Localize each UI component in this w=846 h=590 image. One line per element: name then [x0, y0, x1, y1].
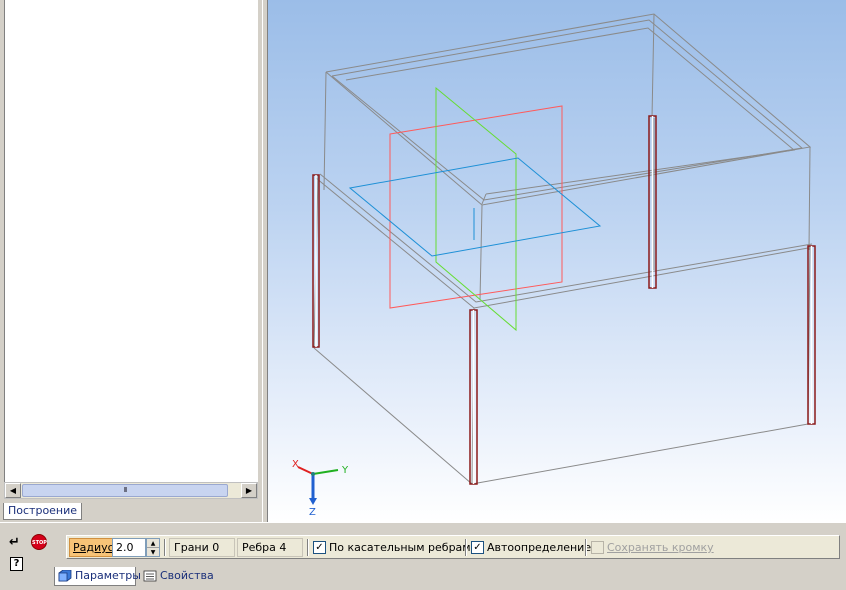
plane-zx	[389, 105, 563, 309]
separator	[307, 539, 309, 556]
scroll-left-button[interactable]: ◀	[5, 483, 21, 498]
edges-field[interactable]: Ребра 4	[237, 538, 303, 557]
model-tree-panel: ◀ III ▶ Построение	[0, 0, 262, 520]
auto-detect-checkbox[interactable]: ✓	[471, 541, 484, 554]
app-window: ◀ III ▶ Построение X Y Z ↵ STOP ? Радиус…	[0, 0, 846, 590]
axis-label-x: X	[292, 459, 299, 470]
tab-parameters-label: Параметры	[75, 569, 141, 582]
tab-construction[interactable]: Построение	[3, 503, 83, 520]
create-object-icon[interactable]: ↵	[9, 535, 20, 550]
axis-label-z: Z	[309, 507, 316, 518]
axis-label-y: Y	[341, 465, 349, 476]
spin-up-icon[interactable]: ▲	[147, 539, 159, 548]
properties-icon	[143, 570, 157, 582]
scroll-right-button[interactable]: ▶	[241, 483, 257, 498]
separator	[465, 539, 467, 556]
keep-edge-checkbox	[591, 541, 604, 554]
model-wireframe: X Y Z	[292, 13, 816, 518]
selected-edges	[312, 115, 816, 485]
scroll-thumb[interactable]: III	[22, 484, 228, 497]
tangent-edges-label[interactable]: По касательным ребрам	[329, 539, 471, 556]
tab-properties-label: Свойства	[160, 569, 214, 582]
auto-detect-label[interactable]: Автоопределение	[487, 539, 591, 556]
parameters-row: Радиус 2.0 ▲ ▼ Грани 0 Ребра 4 ✓ По каса…	[66, 535, 840, 559]
faces-field[interactable]: Грани 0	[169, 538, 235, 557]
keep-edge-label: Сохранять кромку	[607, 541, 714, 554]
parameters-icon	[58, 570, 72, 582]
box-wireframe	[313, 13, 813, 485]
help-icon[interactable]: ?	[10, 557, 23, 571]
property-panel: ↵ STOP ? Радиус 2.0 ▲ ▼ Грани 0 Ребра 4 …	[0, 522, 846, 590]
spin-down-icon[interactable]: ▼	[147, 548, 159, 557]
horizontal-scrollbar[interactable]: ◀ III ▶	[4, 482, 258, 499]
tab-parameters[interactable]: Параметры	[54, 567, 141, 586]
model-tree[interactable]	[4, 0, 258, 482]
tab-properties[interactable]: Свойства	[140, 567, 214, 586]
separator	[164, 539, 166, 556]
radius-label: Радиус	[69, 538, 118, 557]
radius-input[interactable]: 2.0	[112, 538, 146, 557]
stop-icon[interactable]: STOP	[31, 534, 47, 550]
radius-spinner[interactable]: ▲ ▼	[146, 538, 160, 557]
3d-viewport[interactable]: X Y Z	[268, 0, 846, 522]
tangent-edges-checkbox[interactable]: ✓	[313, 541, 326, 554]
axis-triad	[297, 466, 339, 505]
separator	[585, 539, 587, 556]
